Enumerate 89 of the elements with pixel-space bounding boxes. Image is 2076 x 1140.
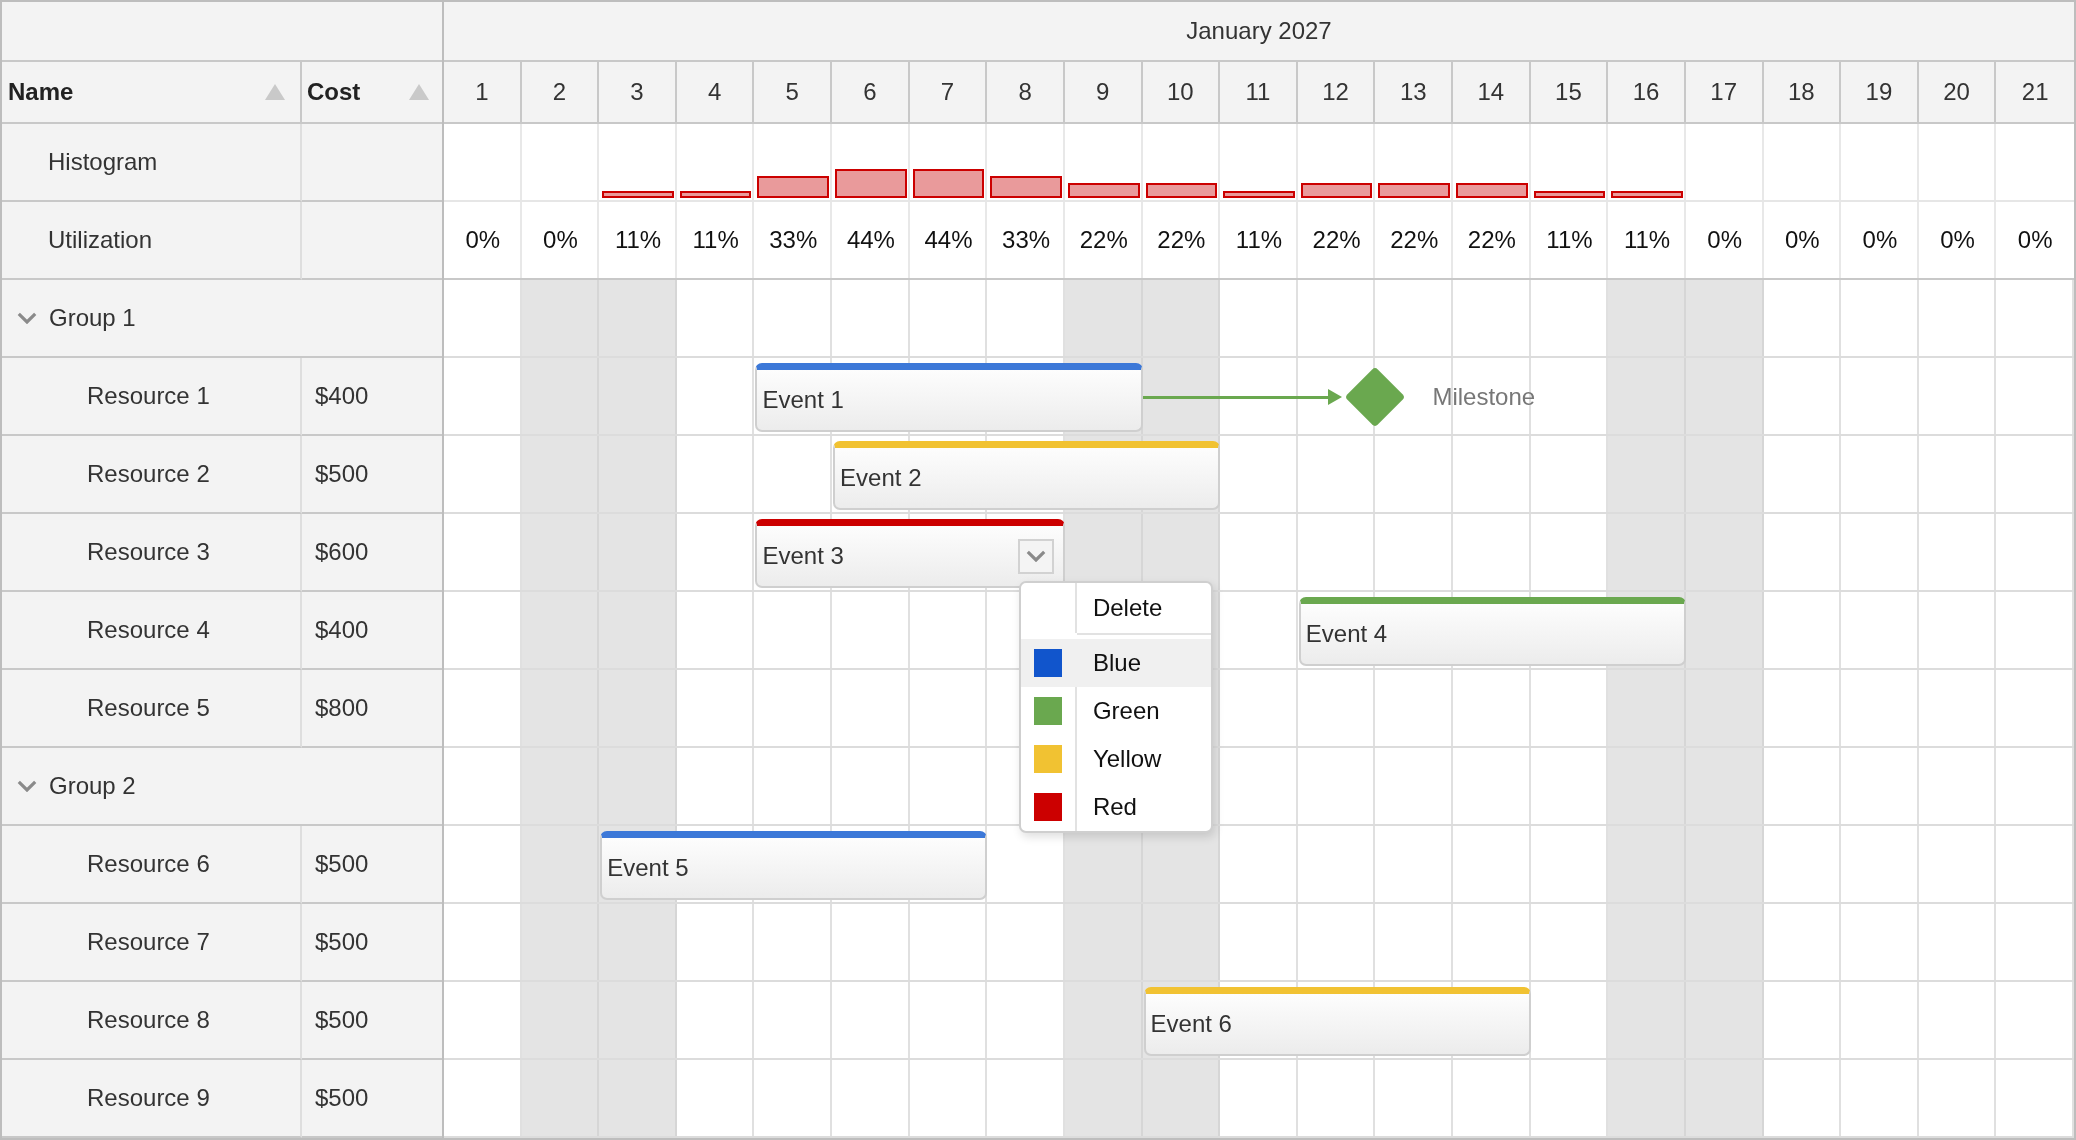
day-header: 11 bbox=[1220, 62, 1298, 122]
group-name: Group 2 bbox=[49, 772, 136, 800]
menu-item[interactable]: Yellow bbox=[1020, 735, 1211, 783]
utilization-value: 33% bbox=[769, 226, 818, 254]
menu-item[interactable]: Delete bbox=[1020, 583, 1211, 633]
menu-item[interactable]: Green bbox=[1020, 687, 1211, 735]
histogram-bar bbox=[1611, 190, 1683, 198]
utilization-value: 0% bbox=[1940, 226, 1975, 254]
day-header: 2 bbox=[521, 62, 600, 122]
day-header: 7 bbox=[909, 62, 988, 122]
day-header: 19 bbox=[1841, 62, 1919, 122]
cost-value: $500 bbox=[315, 460, 369, 488]
utilization-value: 22% bbox=[1467, 226, 1516, 254]
milestone-label: Milestone bbox=[1432, 383, 1536, 411]
resource-name: Resource 4 bbox=[87, 616, 210, 644]
resource-name: Resource 5 bbox=[87, 694, 210, 722]
resource-name: Resource 8 bbox=[87, 1006, 210, 1034]
utilization-value: 22% bbox=[1312, 226, 1361, 254]
histogram-bar bbox=[990, 176, 1062, 198]
day-header: 1 bbox=[444, 62, 522, 122]
event-bar[interactable]: Event 1 bbox=[755, 363, 1143, 432]
day-header: 10 bbox=[1142, 62, 1221, 122]
month-header: January 2027 bbox=[444, 2, 2074, 62]
utilization-value: 22% bbox=[1390, 226, 1439, 254]
column-header[interactable]: Name bbox=[2, 62, 302, 124]
day-header: 13 bbox=[1375, 62, 1454, 122]
group-name: Group 1 bbox=[49, 304, 136, 332]
utilization-value: 11% bbox=[692, 226, 739, 254]
resource-name: Resource 1 bbox=[87, 382, 210, 410]
chevron-down-icon[interactable] bbox=[17, 780, 37, 792]
chevron-down-icon bbox=[1025, 550, 1046, 562]
cost-value: $400 bbox=[315, 616, 369, 644]
utilization-value: 0% bbox=[1707, 226, 1743, 254]
day-header: 9 bbox=[1064, 62, 1143, 122]
day-header: 16 bbox=[1608, 62, 1686, 122]
cost-value: $600 bbox=[315, 538, 369, 566]
event-bar[interactable]: Event 4 bbox=[1298, 597, 1686, 666]
day-header: 4 bbox=[676, 62, 755, 122]
day-header: 20 bbox=[1918, 62, 1997, 122]
menu-item[interactable]: Red bbox=[1020, 783, 1211, 831]
utilization-value: 11% bbox=[1546, 226, 1593, 254]
utilization-value: 11% bbox=[1623, 226, 1671, 254]
utilization-value: 0% bbox=[2017, 226, 2053, 254]
day-header: 12 bbox=[1297, 62, 1376, 122]
histogram-bar bbox=[1223, 190, 1295, 198]
day-header: 6 bbox=[832, 62, 910, 122]
resource-name: Resource 3 bbox=[87, 538, 210, 566]
event-bar[interactable]: Event 6 bbox=[1143, 987, 1531, 1056]
day-header: 18 bbox=[1763, 62, 1842, 122]
resource-name: Resource 2 bbox=[87, 460, 210, 488]
utilization-value: 22% bbox=[1079, 226, 1128, 254]
event-bar[interactable]: Event 5 bbox=[600, 831, 988, 900]
utilization-value: 22% bbox=[1157, 226, 1206, 254]
utilization-value: 0% bbox=[1862, 226, 1898, 254]
histogram-bar bbox=[835, 168, 907, 198]
day-header: 21 bbox=[1996, 62, 2074, 122]
utilization-value: 44% bbox=[924, 226, 973, 254]
utilization-value: 0% bbox=[543, 226, 578, 254]
column-header[interactable]: Cost bbox=[302, 62, 442, 124]
day-header: 17 bbox=[1685, 62, 1764, 122]
day-header: 15 bbox=[1530, 62, 1609, 122]
cost-value: $500 bbox=[315, 1006, 369, 1034]
histogram-bar bbox=[602, 190, 674, 198]
cost-value: $500 bbox=[315, 850, 369, 878]
histogram-label: Histogram bbox=[48, 148, 158, 176]
utilization-value: 44% bbox=[846, 226, 895, 254]
cost-value: $800 bbox=[315, 694, 369, 722]
day-header: 8 bbox=[987, 62, 1065, 122]
dropdown-button[interactable] bbox=[1017, 538, 1054, 574]
day-header: 5 bbox=[754, 62, 833, 122]
day-header: 3 bbox=[599, 62, 677, 122]
chevron-down-icon[interactable] bbox=[17, 312, 37, 324]
day-header: 14 bbox=[1453, 62, 1531, 122]
utilization-value: 33% bbox=[1002, 226, 1051, 254]
cost-value: $500 bbox=[315, 928, 369, 956]
resource-name: Resource 7 bbox=[87, 928, 210, 956]
histogram-bar bbox=[1456, 183, 1528, 198]
resource-name: Resource 9 bbox=[87, 1084, 210, 1112]
utilization-value: 11% bbox=[614, 226, 662, 254]
event-bar[interactable]: Event 3 bbox=[755, 519, 1065, 588]
cost-value: $400 bbox=[315, 382, 369, 410]
utilization-label: Utilization bbox=[48, 226, 153, 254]
cost-value: $500 bbox=[315, 1084, 369, 1112]
utilization-value: 11% bbox=[1235, 226, 1283, 254]
event-bar[interactable]: Event 2 bbox=[833, 441, 1221, 510]
resource-name: Resource 6 bbox=[87, 850, 210, 878]
menu-item[interactable]: Blue bbox=[1020, 639, 1211, 687]
utilization-value: 0% bbox=[1785, 226, 1820, 254]
utilization-value: 0% bbox=[465, 226, 501, 254]
